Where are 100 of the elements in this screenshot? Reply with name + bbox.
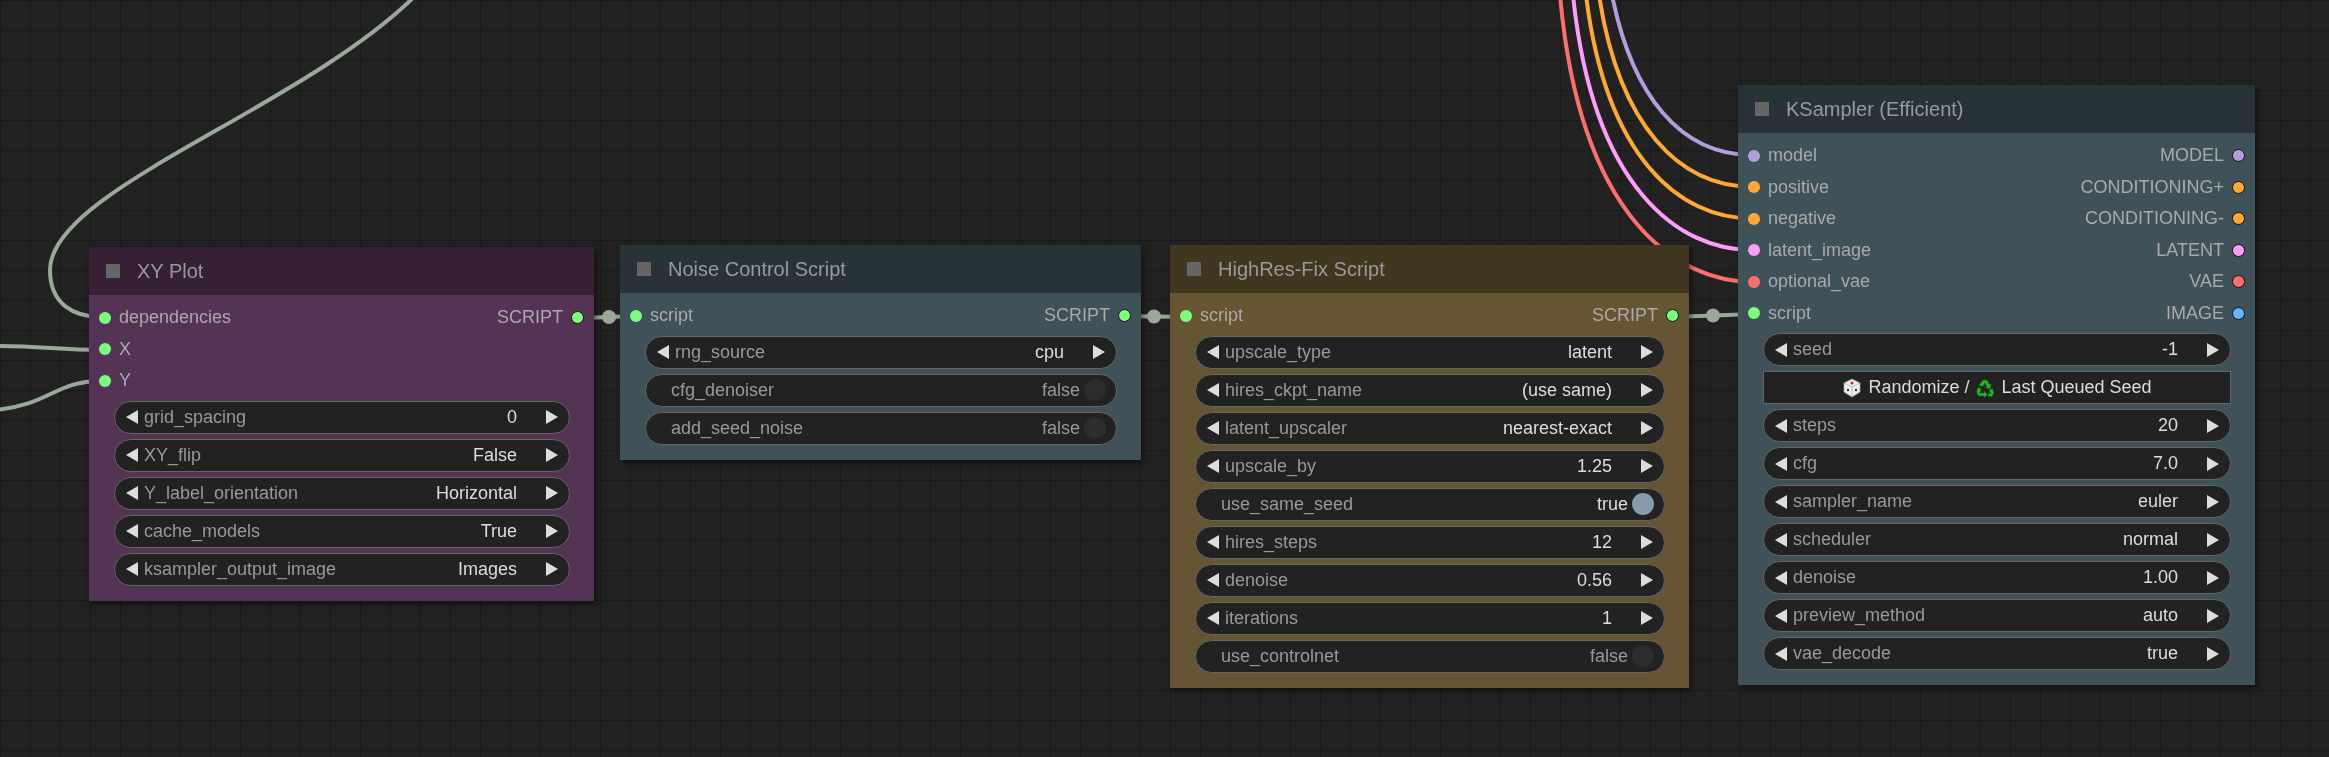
node-header[interactable]: Noise Control Script (620, 245, 1141, 293)
node-header[interactable]: KSampler (Efficient) (1738, 85, 2255, 133)
input-socket-icon[interactable] (1748, 212, 1760, 225)
right-arrow-icon[interactable] (545, 485, 559, 501)
input-socket-icon[interactable] (1748, 149, 1760, 162)
right-arrow-icon[interactable] (1640, 610, 1654, 626)
left-arrow-icon[interactable] (1774, 455, 1788, 472)
left-arrow-icon[interactable] (1774, 607, 1788, 624)
widget-label: upscale_type (1225, 341, 1333, 363)
combo-widget[interactable]: hires_steps 12 (1195, 525, 1665, 559)
toggle-widget[interactable]: add_seed_noise false (645, 411, 1117, 445)
input-socket-icon[interactable] (99, 343, 111, 356)
left-arrow-icon[interactable] (125, 561, 139, 577)
right-arrow-icon[interactable] (1640, 344, 1654, 360)
left-arrow-icon[interactable] (1206, 382, 1220, 398)
combo-widget[interactable]: upscale_by 1.25 (1195, 449, 1665, 483)
combo-widget[interactable]: sampler_name euler (1763, 485, 2231, 518)
widget-value: 0.56 (1576, 569, 1612, 591)
left-arrow-icon[interactable] (125, 485, 139, 501)
combo-widget[interactable]: Y_label_orientation Horizontal (114, 476, 570, 510)
right-arrow-icon[interactable] (1640, 534, 1654, 550)
randomize-button[interactable]: Randomize / Last Queued Seed (1763, 371, 2231, 404)
combo-widget[interactable]: vae_decode true (1763, 637, 2231, 670)
toggle-widget[interactable]: cfg_denoiser false (645, 373, 1117, 407)
input-socket-icon[interactable] (630, 309, 642, 322)
combo-widget[interactable]: preview_method auto (1763, 599, 2231, 632)
left-arrow-icon[interactable] (1206, 420, 1220, 436)
combo-widget[interactable]: hires_ckpt_name (use same) (1195, 373, 1665, 407)
left-arrow-icon[interactable] (125, 409, 139, 425)
right-arrow-icon[interactable] (1640, 572, 1654, 588)
right-arrow-icon[interactable] (545, 409, 559, 425)
combo-widget[interactable]: iterations 1 (1195, 601, 1665, 635)
input-socket-icon[interactable] (99, 374, 111, 387)
input-socket-icon[interactable] (1748, 307, 1760, 320)
combo-widget[interactable]: upscale_type latent (1195, 335, 1665, 369)
left-arrow-icon[interactable] (1774, 493, 1788, 510)
right-arrow-icon[interactable] (545, 523, 559, 539)
right-arrow-icon[interactable] (2206, 341, 2220, 358)
left-arrow-icon[interactable] (125, 447, 139, 463)
output-socket-icon[interactable] (571, 311, 584, 325)
left-arrow-icon[interactable] (1774, 341, 1788, 358)
combo-widget[interactable]: grid_spacing 0 (114, 400, 570, 434)
combo-widget[interactable]: XY_flip False (114, 438, 570, 472)
combo-widget[interactable]: denoise 1.00 (1763, 561, 2231, 594)
right-arrow-icon[interactable] (2206, 569, 2220, 586)
left-arrow-icon[interactable] (1206, 344, 1220, 360)
left-arrow-icon[interactable] (1774, 417, 1788, 434)
input-socket-icon[interactable] (99, 311, 111, 324)
output-socket-icon[interactable] (2232, 243, 2245, 257)
toggle-widget[interactable]: use_same_seed true (1195, 487, 1665, 521)
left-arrow-icon[interactable] (1774, 569, 1788, 586)
output-socket-icon[interactable] (2232, 306, 2245, 320)
right-arrow-icon[interactable] (1640, 458, 1654, 474)
right-arrow-icon[interactable] (2206, 493, 2220, 510)
right-arrow-icon[interactable] (2206, 417, 2220, 434)
left-arrow-icon[interactable] (1206, 534, 1220, 550)
input-socket-icon[interactable] (1748, 181, 1760, 194)
left-arrow-icon[interactable] (1206, 610, 1220, 626)
right-arrow-icon[interactable] (545, 447, 559, 463)
combo-widget[interactable]: rng_source cpu (645, 335, 1117, 369)
output-label: CONDITIONING+ (2080, 176, 2224, 198)
left-arrow-icon[interactable] (1774, 645, 1788, 662)
left-arrow-icon[interactable] (1206, 572, 1220, 588)
input-socket-icon[interactable] (1748, 275, 1760, 288)
combo-widget[interactable]: steps 20 (1763, 409, 2231, 442)
output-socket-icon[interactable] (2232, 180, 2245, 194)
output-socket-icon[interactable] (2232, 149, 2245, 163)
output-socket-icon[interactable] (1118, 309, 1131, 323)
widget-label: add_seed_noise (671, 417, 805, 439)
right-arrow-icon[interactable] (2206, 455, 2220, 472)
right-arrow-icon[interactable] (2206, 531, 2220, 548)
output-socket-icon[interactable] (1666, 309, 1679, 323)
widget-label: cfg (1793, 453, 1818, 474)
combo-widget[interactable]: scheduler normal (1763, 523, 2231, 556)
combo-widget[interactable]: latent_upscaler nearest-exact (1195, 411, 1665, 445)
left-arrow-icon[interactable] (1206, 458, 1220, 474)
left-arrow-icon[interactable] (125, 523, 139, 539)
right-arrow-icon[interactable] (1640, 382, 1654, 398)
toggle-widget[interactable]: use_controlnet false (1195, 639, 1665, 673)
widget-value: false (1041, 379, 1080, 401)
combo-widget[interactable]: cache_models True (114, 514, 570, 548)
combo-widget[interactable]: seed -1 (1763, 333, 2231, 366)
node-header[interactable]: XY Plot (89, 247, 594, 295)
input-label: script (650, 305, 693, 327)
right-arrow-icon[interactable] (2206, 607, 2220, 624)
toggle-knob[interactable] (1632, 493, 1654, 515)
right-arrow-icon[interactable] (2206, 645, 2220, 662)
right-arrow-icon[interactable] (1640, 420, 1654, 436)
input-socket-icon[interactable] (1180, 309, 1192, 322)
node-header[interactable]: HighRes-Fix Script (1170, 245, 1689, 293)
output-socket-icon[interactable] (2232, 212, 2245, 226)
combo-widget[interactable]: denoise 0.56 (1195, 563, 1665, 597)
output-socket-icon[interactable] (2232, 275, 2245, 289)
left-arrow-icon[interactable] (1774, 531, 1788, 548)
right-arrow-icon[interactable] (1092, 344, 1106, 360)
input-socket-icon[interactable] (1748, 244, 1760, 257)
combo-widget[interactable]: ksampler_output_image Images (114, 552, 570, 586)
left-arrow-icon[interactable] (656, 344, 670, 360)
combo-widget[interactable]: cfg 7.0 (1763, 447, 2231, 480)
right-arrow-icon[interactable] (545, 561, 559, 577)
